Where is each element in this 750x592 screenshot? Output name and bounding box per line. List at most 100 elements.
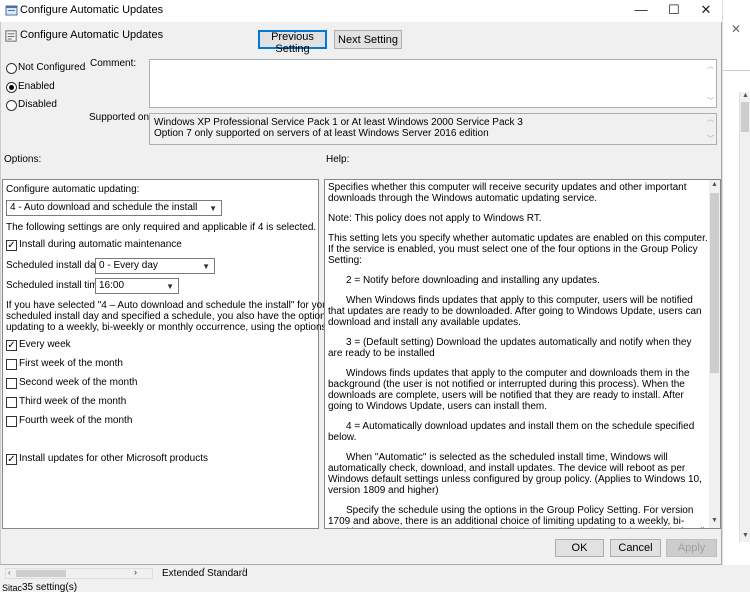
radio-disabled[interactable]: Disabled	[6, 99, 86, 113]
minimize-icon[interactable]: —	[626, 0, 656, 22]
checkbox-label: Second week of the month	[19, 377, 138, 388]
ok-button[interactable]: OK	[555, 539, 604, 557]
help-scrollbar[interactable]: ▲ ▼	[709, 180, 720, 528]
checkbox-label: Install during automatic maintenance	[19, 239, 182, 250]
week-checkbox-second[interactable]: Second week of the month	[6, 377, 206, 390]
horizontal-scrollbar[interactable]: ‹ ›	[5, 567, 153, 579]
help-header: Help:	[326, 154, 350, 165]
week-checkbox-fourth[interactable]: Fourth week of the month	[6, 415, 206, 428]
radio-enabled[interactable]: Enabled	[6, 81, 86, 95]
checkbox-box[interactable]	[6, 397, 17, 408]
supported-label: Supported on:	[89, 112, 152, 123]
status-prefix: Sitac	[2, 583, 23, 592]
help-text: Specifies whether this computer will rec…	[328, 182, 708, 528]
radio-label: Not Configured	[18, 62, 86, 73]
options-header: Options:	[4, 154, 42, 165]
checkbox-box[interactable]: ✓	[6, 454, 17, 465]
help-paragraph: Note: This policy does not apply to Wind…	[328, 213, 542, 224]
radio-circle[interactable]	[6, 63, 17, 74]
checkbox-label: Fourth week of the month	[19, 415, 133, 426]
scroll-down-icon[interactable]: ﹀	[707, 134, 714, 144]
other-products-checkbox[interactable]: ✓ Install updates for other Microsoft pr…	[6, 453, 266, 466]
scroll-up-icon[interactable]: ︿	[707, 61, 714, 71]
chevron-down-icon: ▼	[202, 262, 210, 271]
scroll-left-icon[interactable]: ‹	[8, 568, 11, 577]
install-time-select[interactable]: 16:00 ▼	[95, 278, 179, 294]
checkbox-label: Third week of the month	[19, 396, 127, 407]
status-count: 35 setting(s)	[22, 582, 78, 592]
scroll-right-icon[interactable]: ›	[134, 567, 137, 577]
comment-label: Comment:	[90, 58, 137, 69]
supported-field: Windows XP Professional Service Pack 1 o…	[149, 113, 717, 145]
help-paragraph: 4 = Automatically download updates and i…	[328, 421, 695, 443]
checkbox-label: Install updates for other Microsoft prod…	[19, 453, 208, 464]
close-icon[interactable]: ✕	[731, 22, 741, 36]
explain-line-3: updating to a weekly, bi-weekly or month…	[6, 322, 359, 333]
scroll-up-icon[interactable]: ▲	[742, 92, 749, 99]
help-paragraph: 2 = Notify before downloading and instal…	[346, 275, 600, 286]
previous-setting-button[interactable]: Previous Setting	[258, 30, 327, 55]
checkbox-box[interactable]	[6, 416, 17, 427]
tab-extended[interactable]: Extended	[162, 568, 204, 579]
scroll-down-icon[interactable]: ▼	[742, 532, 749, 539]
close-icon[interactable]: ✕	[691, 0, 721, 22]
radio-not-configured[interactable]: Not Configured	[6, 62, 86, 76]
scrollbar-thumb[interactable]	[16, 570, 66, 577]
tab-divider: /	[242, 567, 245, 578]
scrollbar-thumb[interactable]	[741, 102, 749, 132]
applicability-note: The following settings are only required…	[6, 222, 317, 233]
week-checkbox-every[interactable]: ✓ Every week	[6, 339, 206, 352]
install-day-select[interactable]: 0 - Every day ▼	[95, 258, 215, 274]
checkbox-label: First week of the month	[19, 358, 123, 369]
install-time-label: Scheduled install time:	[6, 280, 107, 291]
install-time-value: 16:00	[99, 280, 125, 291]
radio-label: Enabled	[18, 81, 55, 92]
radio-circle[interactable]	[6, 82, 17, 93]
help-paragraph: Specifies whether this computer will rec…	[328, 182, 687, 204]
radio-label: Disabled	[18, 99, 57, 110]
help-paragraph: This setting lets you specify whether au…	[328, 233, 708, 266]
scrollbar-thumb[interactable]	[710, 193, 719, 373]
scroll-down-icon[interactable]: ﹀	[707, 96, 714, 106]
install-day-label: Scheduled install day:	[6, 260, 104, 271]
checkbox-box[interactable]	[6, 359, 17, 370]
install-day-value: 0 - Every day	[99, 260, 158, 271]
maintenance-checkbox[interactable]: ✓ Install during automatic maintenance	[6, 239, 206, 252]
policy-setting-icon	[5, 30, 17, 42]
configure-label: Configure automatic updating:	[6, 184, 140, 195]
cancel-button[interactable]: Cancel	[610, 539, 661, 557]
divider	[723, 70, 750, 71]
help-paragraph: 3 = (Default setting) Download the updat…	[328, 337, 692, 359]
checkbox-box[interactable]	[6, 378, 17, 389]
scrollbar-track[interactable]: ▲ ▼	[739, 92, 750, 542]
help-paragraph: Windows finds updates that apply to the …	[328, 368, 690, 412]
week-checkbox-third[interactable]: Third week of the month	[6, 396, 206, 409]
apply-button[interactable]: Apply	[666, 539, 717, 557]
radio-circle[interactable]	[6, 100, 17, 111]
maximize-icon[interactable]: ☐	[659, 0, 689, 22]
configure-select[interactable]: 4 - Auto download and schedule the insta…	[6, 200, 222, 216]
help-panel: Specifies whether this computer will rec…	[324, 179, 721, 529]
scroll-down-icon[interactable]: ▼	[711, 517, 718, 524]
configure-value: 4 - Auto download and schedule the insta…	[10, 202, 198, 213]
scroll-up-icon[interactable]: ︿	[707, 114, 714, 124]
checkbox-label: Every week	[19, 339, 71, 350]
help-paragraph: Specify the schedule using the options i…	[328, 505, 705, 528]
next-setting-button[interactable]: Next Setting	[334, 30, 402, 49]
week-checkbox-first[interactable]: First week of the month	[6, 358, 206, 371]
help-paragraph: When Windows finds updates that apply to…	[328, 295, 702, 328]
policy-title: Configure Automatic Updates	[20, 29, 164, 41]
chevron-down-icon: ▼	[209, 204, 217, 213]
checkbox-box[interactable]: ✓	[6, 340, 17, 351]
dialog: Configure Automatic Updates Previous Set…	[0, 22, 722, 565]
window-title: Configure Automatic Updates	[20, 4, 164, 16]
options-panel: Configure automatic updating: 4 - Auto d…	[2, 179, 358, 529]
scroll-up-icon[interactable]: ▲	[711, 181, 718, 188]
comment-field[interactable]: ︿ ﹀	[149, 59, 717, 108]
checkbox-box[interactable]: ✓	[6, 240, 17, 251]
chevron-down-icon: ▼	[166, 282, 174, 291]
title-bar: Configure Automatic Updates — ☐ ✕	[0, 0, 722, 22]
tab-divider: /	[202, 567, 205, 578]
background-window: ✕ ▲ ▼	[722, 0, 750, 592]
background-bottom: ︿ ‹ › Extended / Standard / Sitac 35 set…	[0, 565, 750, 592]
